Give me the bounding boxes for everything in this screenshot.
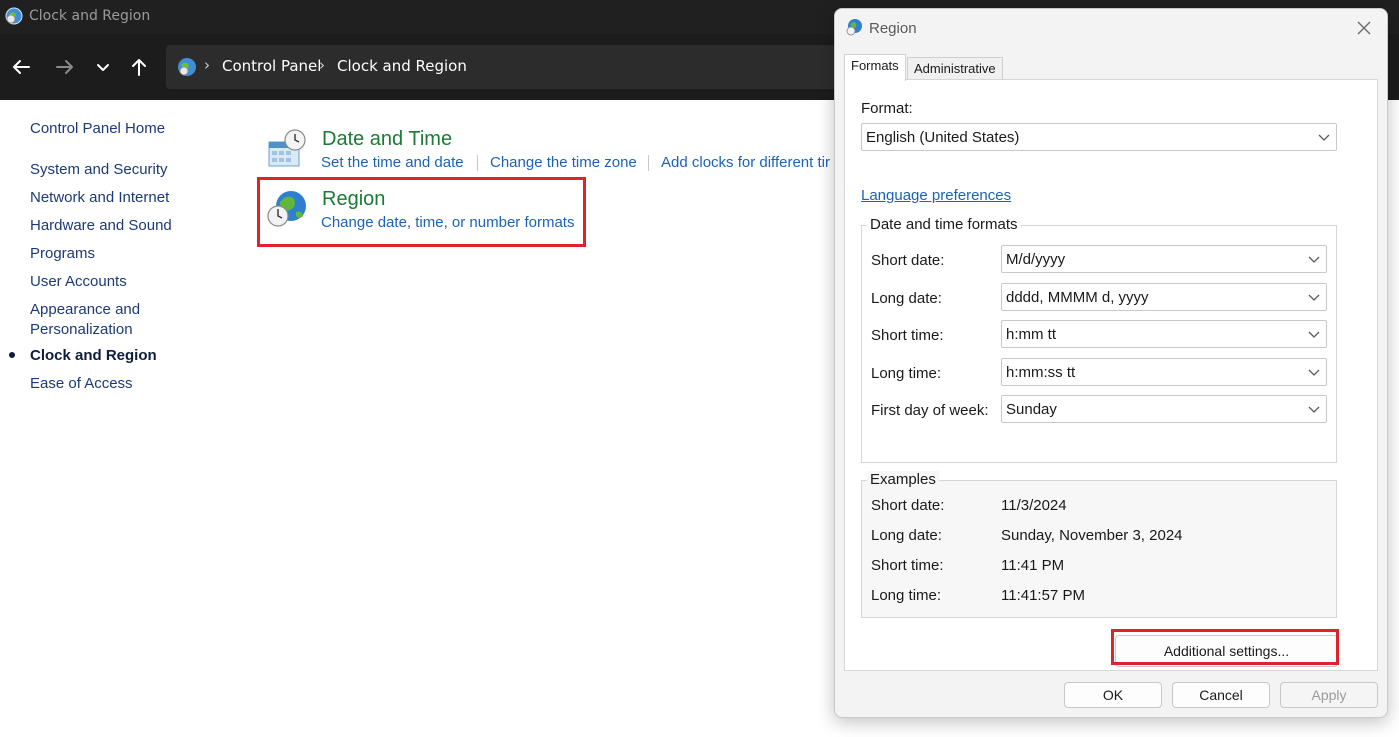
- additional-settings-highlight-box: [1111, 629, 1339, 665]
- chevron-down-icon: [1308, 369, 1320, 376]
- short-date-value: M/d/yyyy: [1006, 251, 1066, 268]
- sidebar-item-network-internet[interactable]: Network and Internet: [30, 188, 169, 208]
- example-short-date-value: 11/3/2024: [1001, 497, 1067, 514]
- apply-button[interactable]: Apply: [1280, 682, 1378, 708]
- back-button[interactable]: [8, 54, 34, 80]
- example-long-date-value: Sunday, November 3, 2024: [1001, 527, 1183, 544]
- sidebar-item-clock-region[interactable]: Clock and Region: [30, 346, 157, 366]
- set-time-date-link[interactable]: Set the time and date: [321, 154, 464, 171]
- chevron-down-icon: [1318, 134, 1330, 141]
- breadcrumb-control-panel[interactable]: Control Panel: [222, 57, 321, 75]
- arrow-left-icon: [13, 60, 30, 74]
- short-date-label: Short date:: [871, 252, 945, 269]
- long-date-label: Long date:: [871, 290, 942, 307]
- formats-panel: Format: English (United States) Language…: [844, 79, 1378, 671]
- window-title: Clock and Region: [29, 8, 151, 24]
- sidebar-item-system-security[interactable]: System and Security: [30, 160, 168, 180]
- short-date-select[interactable]: M/d/yyyy: [1001, 245, 1327, 273]
- address-bar[interactable]: › Control Panel › Clock and Region: [166, 45, 866, 89]
- first-day-select[interactable]: Sunday: [1001, 395, 1327, 423]
- sidebar-item-personalization[interactable]: Personalization: [30, 320, 133, 340]
- example-long-time-label: Long time:: [871, 587, 942, 604]
- format-label: Format:: [861, 100, 913, 117]
- first-day-label: First day of week:: [871, 402, 989, 419]
- long-time-select[interactable]: h:mm:ss tt: [1001, 358, 1327, 386]
- language-preferences-link[interactable]: Language preferences: [861, 187, 1011, 204]
- chevron-down-icon: [97, 64, 109, 71]
- tab-formats[interactable]: Formats: [844, 54, 906, 81]
- active-bullet: [9, 352, 15, 358]
- example-short-time-value: 11:41 PM: [1001, 557, 1065, 574]
- date-time-icon: [268, 129, 306, 167]
- short-time-value: h:mm tt: [1006, 326, 1057, 343]
- long-date-value: dddd, MMMM d, yyyy: [1006, 289, 1149, 306]
- short-time-label: Short time:: [871, 327, 944, 344]
- region-dialog: Region Formats Administrative Format: En…: [834, 8, 1388, 718]
- region-highlight-box: [257, 177, 586, 247]
- dialog-title: Region: [869, 20, 917, 37]
- ok-button[interactable]: OK: [1064, 682, 1162, 708]
- breadcrumb-clock-and-region[interactable]: Clock and Region: [337, 57, 467, 75]
- link-divider: [648, 155, 649, 171]
- long-time-label: Long time:: [871, 365, 942, 382]
- sidebar-item-programs[interactable]: Programs: [30, 244, 95, 264]
- add-clocks-link[interactable]: Add clocks for different tir: [661, 154, 830, 171]
- control-panel-home-link[interactable]: Control Panel Home: [30, 119, 165, 139]
- recent-locations-button[interactable]: [90, 54, 116, 80]
- long-time-value: h:mm:ss tt: [1006, 364, 1076, 381]
- format-select[interactable]: English (United States): [861, 123, 1337, 151]
- tab-administrative[interactable]: Administrative: [907, 57, 1003, 81]
- up-button[interactable]: [126, 54, 152, 80]
- arrow-up-icon: [132, 59, 146, 76]
- example-short-time-label: Short time:: [871, 557, 944, 574]
- short-time-select[interactable]: h:mm tt: [1001, 320, 1327, 348]
- first-day-value: Sunday: [1006, 401, 1057, 418]
- sidebar-item-user-accounts[interactable]: User Accounts: [30, 272, 127, 292]
- example-long-time-value: 11:41:57 PM: [1001, 587, 1085, 604]
- cancel-button[interactable]: Cancel: [1172, 682, 1270, 708]
- chevron-right-icon: ›: [204, 56, 210, 74]
- date-time-formats-label: Date and time formats: [867, 216, 1021, 233]
- sidebar-item-hardware-sound[interactable]: Hardware and Sound: [30, 216, 172, 236]
- chevron-down-icon: [1308, 331, 1320, 338]
- link-divider: [477, 155, 478, 171]
- arrow-right-icon: [56, 60, 73, 74]
- region-globe-icon: [846, 19, 862, 36]
- chevron-right-icon: ›: [319, 56, 325, 74]
- date-time-title[interactable]: Date and Time: [322, 128, 452, 151]
- format-value: English (United States): [866, 129, 1020, 146]
- control-panel-icon: [178, 58, 196, 76]
- close-icon[interactable]: [1355, 19, 1373, 37]
- add-clocks-link-wrap: Add clocks for different tir: [661, 150, 834, 174]
- examples-label: Examples: [867, 471, 939, 488]
- sidebar-item-appearance[interactable]: Appearance and: [30, 300, 140, 320]
- forward-button[interactable]: [52, 54, 78, 80]
- clock-globe-icon: [5, 7, 23, 25]
- chevron-down-icon: [1308, 256, 1320, 263]
- change-time-zone-link[interactable]: Change the time zone: [490, 154, 637, 171]
- chevron-down-icon: [1308, 294, 1320, 301]
- long-date-select[interactable]: dddd, MMMM d, yyyy: [1001, 283, 1327, 311]
- example-long-date-label: Long date:: [871, 527, 942, 544]
- chevron-down-icon: [1308, 406, 1320, 413]
- sidebar-item-ease-of-access[interactable]: Ease of Access: [30, 374, 133, 394]
- example-short-date-label: Short date:: [871, 497, 945, 514]
